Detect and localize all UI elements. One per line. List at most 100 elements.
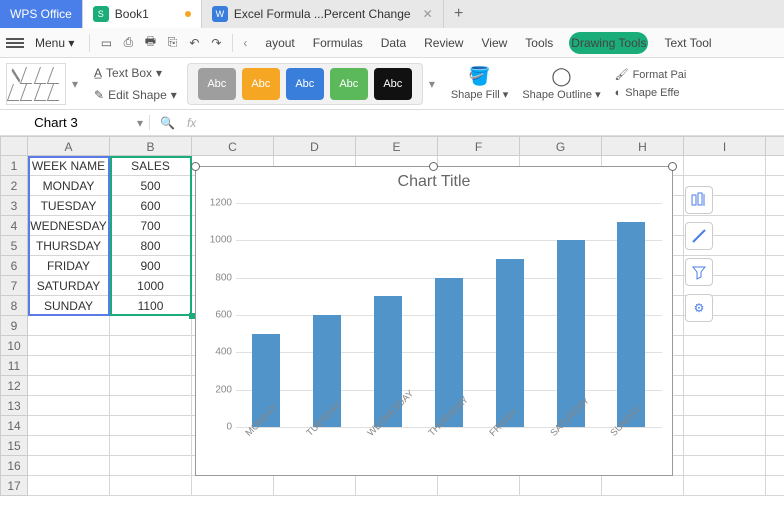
style-swatch[interactable]: Abc — [242, 68, 280, 100]
cell[interactable] — [110, 456, 192, 476]
cell[interactable] — [766, 456, 784, 476]
undo-icon[interactable]: ↶ — [184, 33, 204, 53]
row-header[interactable]: 3 — [0, 196, 28, 216]
cell[interactable] — [28, 476, 110, 496]
save-icon[interactable]: ⎙ — [118, 33, 138, 53]
chart-settings-button[interactable]: ⚙ — [685, 294, 713, 322]
cell[interactable]: 600 — [110, 196, 192, 216]
style-swatch[interactable]: Abc — [330, 68, 368, 100]
row-header[interactable]: 2 — [0, 176, 28, 196]
cell[interactable] — [766, 336, 784, 356]
cell[interactable] — [766, 276, 784, 296]
cell[interactable]: SATURDAY — [28, 276, 110, 296]
column-header[interactable]: A — [28, 136, 110, 156]
column-header[interactable]: J — [766, 136, 784, 156]
cell[interactable]: 900 — [110, 256, 192, 276]
cell[interactable]: SALES — [110, 156, 192, 176]
cell[interactable] — [684, 376, 766, 396]
chevron-down-icon[interactable]: ▾ — [429, 77, 441, 91]
cell[interactable] — [766, 316, 784, 336]
name-box-input[interactable] — [6, 115, 106, 130]
cell[interactable] — [28, 376, 110, 396]
textbox-button[interactable]: A̲Text Box ▾ — [90, 64, 181, 82]
open-icon[interactable]: ▭ — [96, 33, 116, 53]
cell[interactable] — [28, 416, 110, 436]
print-icon[interactable]: 🖶 — [140, 33, 160, 53]
ribbon-tab[interactable]: Formulas — [311, 32, 365, 54]
cell[interactable] — [110, 376, 192, 396]
cell[interactable] — [28, 356, 110, 376]
column-header[interactable]: I — [684, 136, 766, 156]
row-header[interactable]: 12 — [0, 376, 28, 396]
cell[interactable] — [766, 256, 784, 276]
row-header[interactable]: 14 — [0, 416, 28, 436]
app-tab[interactable]: WPS Office — [0, 0, 83, 28]
style-swatch[interactable]: Abc — [286, 68, 324, 100]
ribbon-tab[interactable]: ayout — [263, 32, 296, 54]
cell[interactable]: 1000 — [110, 276, 192, 296]
cell[interactable] — [28, 336, 110, 356]
cell[interactable]: 800 — [110, 236, 192, 256]
row-header[interactable]: 11 — [0, 356, 28, 376]
cell[interactable] — [192, 476, 274, 496]
style-swatch[interactable]: Abc — [374, 68, 412, 100]
chart-resize-handle[interactable] — [668, 162, 677, 171]
row-header[interactable]: 4 — [0, 216, 28, 236]
row-header[interactable]: 1 — [0, 156, 28, 176]
row-header[interactable]: 9 — [0, 316, 28, 336]
select-all-corner[interactable] — [0, 136, 28, 156]
cell[interactable] — [110, 316, 192, 336]
row-header[interactable]: 15 — [0, 436, 28, 456]
cell[interactable] — [520, 476, 602, 496]
cell[interactable] — [684, 156, 766, 176]
row-header[interactable]: 7 — [0, 276, 28, 296]
row-header[interactable]: 5 — [0, 236, 28, 256]
cell[interactable] — [684, 456, 766, 476]
zoom-icon[interactable]: 🔍 — [160, 116, 175, 130]
redo-icon[interactable]: ↷ — [206, 33, 226, 53]
column-header[interactable]: C — [192, 136, 274, 156]
row-header[interactable]: 6 — [0, 256, 28, 276]
cell[interactable] — [110, 356, 192, 376]
format-painter-button[interactable]: 🖌Format Pai — [611, 66, 691, 83]
chart-resize-handle[interactable] — [429, 162, 438, 171]
cell[interactable]: WEEK NAME — [28, 156, 110, 176]
cell[interactable] — [684, 436, 766, 456]
cell[interactable] — [110, 396, 192, 416]
cell[interactable] — [274, 476, 356, 496]
cell[interactable] — [766, 196, 784, 216]
row-header[interactable]: 10 — [0, 336, 28, 356]
cell[interactable] — [110, 436, 192, 456]
style-swatch[interactable]: Abc — [198, 68, 236, 100]
close-icon[interactable]: ✕ — [423, 7, 433, 21]
chart-title[interactable]: Chart Title — [196, 167, 672, 195]
cell[interactable] — [684, 336, 766, 356]
cell[interactable]: SUNDAY — [28, 296, 110, 316]
cell[interactable] — [766, 416, 784, 436]
cell[interactable] — [110, 476, 192, 496]
hamburger-icon[interactable] — [6, 36, 24, 50]
chart-resize-handle[interactable] — [191, 162, 200, 171]
cell[interactable] — [110, 416, 192, 436]
cell[interactable] — [684, 416, 766, 436]
ribbon-tab[interactable]: Tools — [523, 32, 555, 54]
cell[interactable] — [684, 476, 766, 496]
text-tool-tab[interactable]: Text Tool — [662, 32, 713, 54]
row-header[interactable]: 8 — [0, 296, 28, 316]
chart-filter-button[interactable] — [685, 258, 713, 286]
cell[interactable] — [766, 176, 784, 196]
preview-icon[interactable]: ⎘ — [162, 33, 182, 53]
cell[interactable]: 500 — [110, 176, 192, 196]
column-header[interactable]: F — [438, 136, 520, 156]
cell[interactable] — [28, 456, 110, 476]
shape-gallery[interactable] — [6, 63, 66, 105]
row-header[interactable]: 16 — [0, 456, 28, 476]
cell[interactable] — [766, 216, 784, 236]
cell[interactable] — [356, 476, 438, 496]
row-header[interactable]: 13 — [0, 396, 28, 416]
chevron-down-icon[interactable]: ▾ — [72, 77, 84, 91]
cell[interactable] — [110, 336, 192, 356]
cell[interactable] — [766, 296, 784, 316]
chevron-left-icon[interactable]: ‹ — [239, 36, 251, 50]
cell[interactable] — [684, 356, 766, 376]
